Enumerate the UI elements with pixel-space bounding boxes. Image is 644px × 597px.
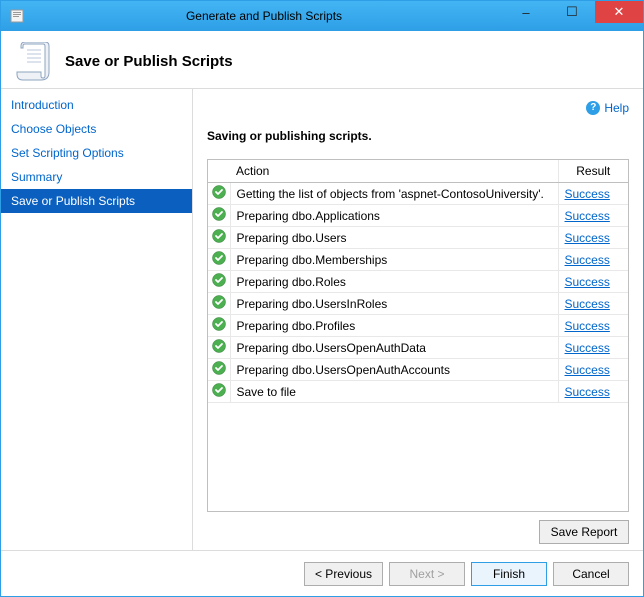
sidebar-item-2[interactable]: Set Scripting Options (1, 141, 192, 165)
minimize-button[interactable]: – (503, 1, 549, 23)
main-panel: ? Help Saving or publishing scripts. Act… (193, 89, 643, 550)
maximize-button[interactable]: ☐ (549, 1, 595, 23)
sidebar-item-4[interactable]: Save or Publish Scripts (1, 189, 192, 213)
app-icon (9, 8, 25, 24)
success-icon (208, 293, 230, 315)
next-button: Next > (389, 562, 465, 586)
wizard-body: IntroductionChoose ObjectsSet Scripting … (1, 89, 643, 550)
table-row: Preparing dbo.RolesSuccess (208, 271, 628, 293)
table-row: Preparing dbo.MembershipsSuccess (208, 249, 628, 271)
close-button[interactable]: ✕ (595, 1, 643, 23)
table-row: Save to fileSuccess (208, 381, 628, 403)
script-scroll-icon (15, 42, 51, 82)
table-row: Preparing dbo.ApplicationsSuccess (208, 205, 628, 227)
success-icon (208, 359, 230, 381)
result-cell[interactable]: Success (558, 293, 628, 315)
action-cell: Preparing dbo.Profiles (230, 315, 558, 337)
titlebar: Generate and Publish Scripts – ☐ ✕ (1, 1, 643, 31)
table-row: Getting the list of objects from 'aspnet… (208, 183, 628, 205)
result-cell[interactable]: Success (558, 271, 628, 293)
result-cell[interactable]: Success (558, 381, 628, 403)
wizard-header: Save or Publish Scripts (1, 31, 643, 89)
action-cell: Preparing dbo.UsersInRoles (230, 293, 558, 315)
sidebar-item-3[interactable]: Summary (1, 165, 192, 189)
cancel-button[interactable]: Cancel (553, 562, 629, 586)
finish-button[interactable]: Finish (471, 562, 547, 586)
action-cell: Save to file (230, 381, 558, 403)
previous-button[interactable]: < Previous (304, 562, 383, 586)
table-row: Preparing dbo.UsersOpenAuthAccountsSucce… (208, 359, 628, 381)
success-icon (208, 381, 230, 403)
result-cell[interactable]: Success (558, 315, 628, 337)
success-icon (208, 227, 230, 249)
results-table: Action Result Getting the list of object… (207, 159, 629, 512)
result-cell[interactable]: Success (558, 337, 628, 359)
page-title: Save or Publish Scripts (65, 53, 233, 70)
help-link[interactable]: ? Help (586, 101, 629, 115)
sidebar-item-0[interactable]: Introduction (1, 93, 192, 117)
success-icon (208, 315, 230, 337)
col-icon (208, 160, 230, 183)
success-icon (208, 183, 230, 205)
result-cell[interactable]: Success (558, 183, 628, 205)
action-cell: Preparing dbo.UsersOpenAuthAccounts (230, 359, 558, 381)
action-cell: Getting the list of objects from 'aspnet… (230, 183, 558, 205)
window-controls: – ☐ ✕ (503, 1, 643, 31)
action-cell: Preparing dbo.UsersOpenAuthData (230, 337, 558, 359)
table-row: Preparing dbo.UsersInRolesSuccess (208, 293, 628, 315)
result-cell[interactable]: Success (558, 359, 628, 381)
action-cell: Preparing dbo.Memberships (230, 249, 558, 271)
result-cell[interactable]: Success (558, 227, 628, 249)
success-icon (208, 205, 230, 227)
action-cell: Preparing dbo.Users (230, 227, 558, 249)
col-action: Action (230, 160, 558, 183)
sidebar-item-1[interactable]: Choose Objects (1, 117, 192, 141)
result-cell[interactable]: Success (558, 249, 628, 271)
window-title: Generate and Publish Scripts (25, 9, 503, 23)
sidebar: IntroductionChoose ObjectsSet Scripting … (1, 89, 193, 550)
success-icon (208, 337, 230, 359)
success-icon (208, 271, 230, 293)
save-report-button[interactable]: Save Report (539, 520, 629, 544)
action-cell: Preparing dbo.Applications (230, 205, 558, 227)
wizard-footer: < Previous Next > Finish Cancel (1, 550, 643, 596)
table-row: Preparing dbo.UsersSuccess (208, 227, 628, 249)
result-cell[interactable]: Success (558, 205, 628, 227)
section-title: Saving or publishing scripts. (207, 129, 629, 143)
action-cell: Preparing dbo.Roles (230, 271, 558, 293)
success-icon (208, 249, 230, 271)
table-row: Preparing dbo.ProfilesSuccess (208, 315, 628, 337)
table-row: Preparing dbo.UsersOpenAuthDataSuccess (208, 337, 628, 359)
col-result: Result (558, 160, 628, 183)
help-label: Help (604, 101, 629, 115)
help-icon: ? (586, 101, 600, 115)
